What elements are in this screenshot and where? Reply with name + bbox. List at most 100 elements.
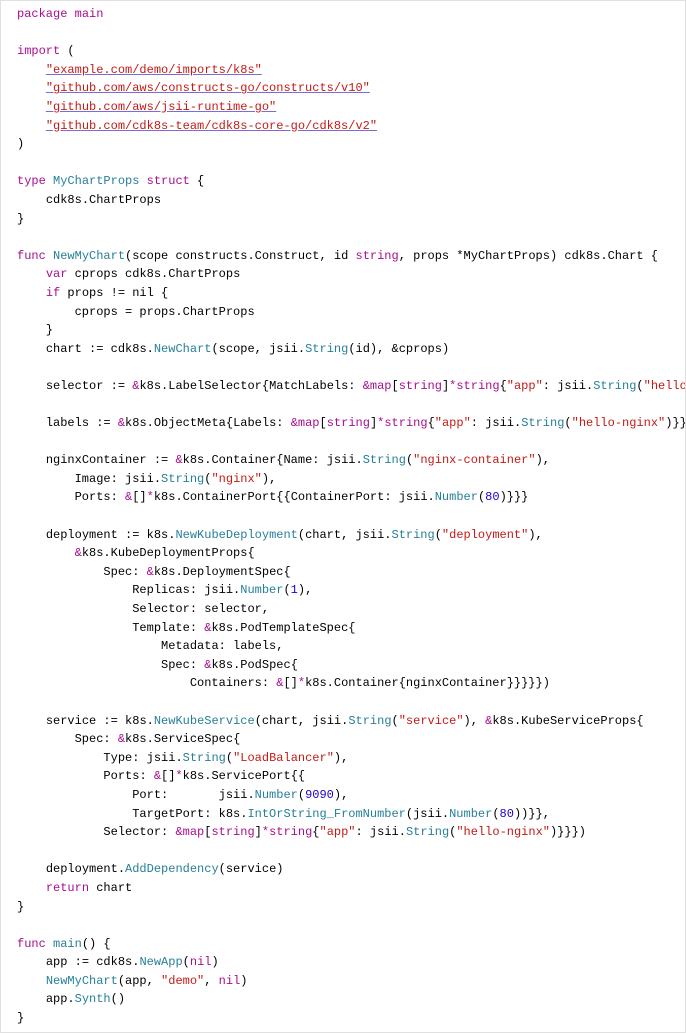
var-deployment-2: deployment (46, 862, 118, 876)
amp-cprops: &cprops (392, 342, 442, 356)
pkg-k8s-11: k8s (125, 714, 147, 728)
var-app: app (46, 955, 68, 969)
field-Containers: Containers (190, 676, 262, 690)
num-80: 80 (485, 490, 499, 504)
pkg-k8s-14: k8s (183, 769, 205, 783)
kw-struct: struct (147, 174, 190, 188)
call-String-9: String (406, 825, 449, 839)
field-Image: Image (75, 472, 111, 486)
kw-string-1: string (399, 379, 442, 393)
str-LoadBalancer: "LoadBalancer" (233, 751, 334, 765)
kw-star-string-3: *string (262, 825, 312, 839)
str-app-1: "app" (507, 379, 543, 393)
call-NewKubeService: NewKubeService (154, 714, 255, 728)
field-ContainerPort: ContainerPort (291, 490, 385, 504)
call-String-4: String (363, 453, 406, 467)
field-chartprops: cdk8s.ChartProps (46, 193, 161, 207)
pkg-jsii-7: jsii (355, 528, 384, 542)
call-String: String (305, 342, 348, 356)
kw-var: var (46, 267, 68, 281)
pkg-k8s-9: k8s (211, 658, 233, 672)
import-path-1: "example.com/demo/imports/k8s" (46, 63, 262, 77)
kw-nil-2: nil (219, 974, 241, 988)
type-PodTemplateSpec: PodTemplateSpec (240, 621, 348, 635)
field-TargetPort: TargetPort (132, 807, 204, 821)
call-AddDependency: AddDependency (125, 862, 219, 876)
pkg-k8s-3: k8s (183, 453, 205, 467)
field-Metadata: Metadata (161, 639, 219, 653)
pkg-k8s-13: k8s (125, 732, 147, 746)
pkg-jsii-5: jsii (125, 472, 154, 486)
kw-if: if (46, 286, 60, 300)
pkg-k8s-2: k8s (125, 416, 147, 430)
pkg-k8s-5: k8s (147, 528, 169, 542)
call-NewKubeDeployment: NewKubeDeployment (175, 528, 297, 542)
pkg-cdk8s-2: cdk8s (96, 955, 132, 969)
pkg-jsii-9: jsii (312, 714, 341, 728)
str-hello-nginx-3: "hello-nginx" (456, 825, 550, 839)
ret-type: cdk8s.Chart (564, 249, 643, 263)
pkg-k8s-10: k8s (305, 676, 327, 690)
var-app-2: app (125, 974, 147, 988)
var-cprops: cprops (75, 267, 118, 281)
import-path-4: "github.com/cdk8s-team/cdk8s-core-go/cdk… (46, 119, 377, 133)
pkg-cdk8s: cdk8s (111, 342, 147, 356)
call-NewApp: NewApp (139, 955, 182, 969)
param-scope: scope (132, 249, 168, 263)
call-Number-4: Number (449, 807, 492, 821)
pkg-jsii-13: jsii (370, 825, 399, 839)
pkg-jsii-12: jsii (413, 807, 442, 821)
pkg-k8s-6: k8s (82, 546, 104, 560)
call-String-5: String (161, 472, 204, 486)
pkg-jsii-10: jsii (147, 751, 176, 765)
type-DeploymentSpec: DeploymentSpec (183, 565, 284, 579)
type-ServicePort: ServicePort (211, 769, 290, 783)
kw-map-2: map (298, 416, 320, 430)
str-nginx: "nginx" (211, 472, 261, 486)
str-app-2: "app" (435, 416, 471, 430)
var-nginxContainer: nginxContainer (46, 453, 147, 467)
field-Spec-3: Spec (75, 732, 104, 746)
var-cprops-type: cdk8s.ChartProps (125, 267, 240, 281)
kw-star-string-2: *string (377, 416, 427, 430)
call-String-7: String (348, 714, 391, 728)
pkg-jsii: jsii (269, 342, 298, 356)
kw-map: map (370, 379, 392, 393)
var-selector: selector (46, 379, 104, 393)
kw-nil: nil (190, 955, 212, 969)
param-id: id (334, 249, 348, 263)
pkg-jsii-8: jsii (204, 583, 233, 597)
fn-NewMyChart: NewMyChart (53, 249, 125, 263)
call-String-3: String (521, 416, 564, 430)
call-Number-2: Number (240, 583, 283, 597)
import-path-3: "github.com/aws/jsii-runtime-go" (46, 100, 276, 114)
assign-cprops: cprops = props.ChartProps (75, 305, 255, 319)
kw-string-3: string (211, 825, 254, 839)
param-props: props (413, 249, 449, 263)
field-Selector-2: Selector (103, 825, 161, 839)
kw-type: type (17, 174, 46, 188)
code-block: package main import ( "example.com/demo/… (0, 0, 686, 1033)
kw-package: package (17, 7, 67, 21)
cond-props-nil: props != nil (67, 286, 153, 300)
pkg-jsii-11: jsii (219, 788, 248, 802)
field-Replicas: Replicas (132, 583, 190, 597)
kw-return: return (46, 881, 89, 895)
call-String-6: String (392, 528, 435, 542)
field-Selector: Selector (132, 602, 190, 616)
kw-map-3: map (183, 825, 205, 839)
kw-import: import (17, 44, 60, 58)
fn-main: main (53, 937, 82, 951)
field-Labels: Labels (233, 416, 276, 430)
var-chart: chart (46, 342, 82, 356)
num-9090: 9090 (305, 788, 334, 802)
param-props-type: *MyChartProps (456, 249, 550, 263)
str-app-3: "app" (320, 825, 356, 839)
type-Container: Container (211, 453, 276, 467)
var-chart-ret: chart (96, 881, 132, 895)
call-Number: Number (435, 490, 478, 504)
call-Synth: Synth (75, 992, 111, 1006)
type-KubeServiceProps: KubeServiceProps (521, 714, 636, 728)
field-MatchLabels: MatchLabels (269, 379, 348, 393)
pkg-k8s-7: k8s (154, 565, 176, 579)
